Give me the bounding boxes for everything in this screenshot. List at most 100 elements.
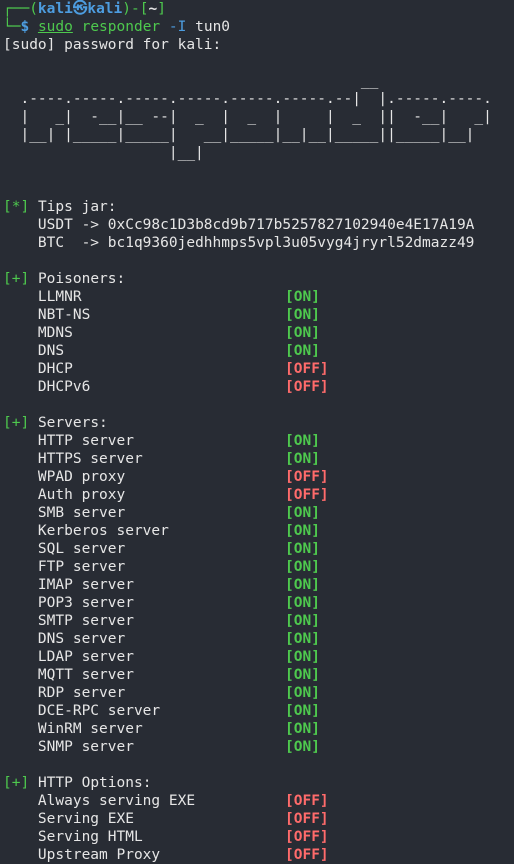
status-row: Upstream Proxy [OFF]	[3, 846, 514, 864]
ascii-banner-line: |__| |_____|_____| __|_____|__|__|_____|…	[3, 127, 475, 143]
poisoners-list: LLMNR [ON] NBT-NS [ON] MDNS [ON] DNS [ON] DH…	[3, 288, 514, 396]
status-badge: [ON]	[285, 685, 320, 701]
prompt-corner-bottom: └─	[3, 19, 21, 35]
status-row: DHCPv6 [OFF]	[3, 378, 514, 396]
prompt-corner-top: ┌──(	[3, 1, 38, 17]
status-badge: [ON]	[285, 289, 320, 305]
status-row-label: SQL server	[3, 541, 126, 557]
status-row: RDP server [ON]	[3, 684, 514, 702]
terminal-window[interactable]: ┌──(kali㉿kali)-[~] └─$ sudo responder -I…	[0, 0, 514, 864]
ascii-banner-line: | _| -__|__ --| _ | _ | | _ || -__| _|	[3, 109, 492, 125]
status-row-label: IMAP server	[3, 577, 134, 593]
status-badge: [OFF]	[285, 847, 329, 863]
status-row-label: HTTP server	[3, 433, 134, 449]
status-badge: [ON]	[285, 523, 320, 539]
status-row: WPAD proxy [OFF]	[3, 468, 514, 486]
status-row-label: POP3 server	[3, 595, 134, 611]
status-row-label: SMTP server	[3, 613, 134, 629]
status-badge: [ON]	[285, 703, 320, 719]
status-row-label: WinRM server	[3, 721, 143, 737]
ascii-banner: __ .----.-----.-----.-----.-----.-----.-…	[3, 72, 514, 162]
status-badge: [ON]	[285, 325, 320, 341]
status-row: SNMP server [ON]	[3, 738, 514, 756]
sudo-password-prompt: [sudo] password for kali:	[3, 37, 222, 53]
status-row: SMTP server [ON]	[3, 612, 514, 630]
status-row-label: SNMP server	[3, 739, 134, 755]
http-options-title: HTTP Options:	[37, 775, 152, 791]
status-row-label: RDP server	[3, 685, 126, 701]
status-badge: [OFF]	[285, 469, 329, 485]
status-row: MDNS [ON]	[3, 324, 514, 342]
prompt-end: ]	[157, 1, 166, 17]
status-badge: [ON]	[285, 721, 320, 737]
poisoners-marker: [+]	[3, 271, 30, 287]
status-badge: [OFF]	[285, 793, 329, 809]
status-row: LDAP server [ON]	[3, 648, 514, 666]
status-badge: [ON]	[285, 649, 320, 665]
prompt-skull-icon: ㉿	[72, 1, 88, 17]
tips-marker: [*]	[3, 199, 30, 215]
status-row-label: Upstream Proxy	[3, 847, 161, 863]
status-row: NBT-NS [ON]	[3, 306, 514, 324]
status-row-label: MDNS	[3, 325, 73, 341]
status-row-label: HTTPS server	[3, 451, 143, 467]
tips-btc-label: BTC ->	[37, 235, 108, 251]
status-row: FTP server [ON]	[3, 558, 514, 576]
tips-title: Tips jar:	[37, 199, 117, 215]
servers-heading: [+] Servers:	[3, 414, 514, 432]
tips-btc: BTC -> bc1q9360jedhhmps5vpl3u05vyg4jryrl…	[3, 234, 514, 252]
status-row: WinRM server [ON]	[3, 720, 514, 738]
http-options-list: Always serving EXE [OFF] Serving EXE [OFF]…	[3, 792, 514, 864]
status-row: HTTPS server [ON]	[3, 450, 514, 468]
status-badge: [ON]	[285, 577, 320, 593]
status-badge: [ON]	[285, 343, 320, 359]
servers-list: HTTP server [ON] HTTPS server [ON] WPAD pr…	[3, 432, 514, 756]
poisoners-title: Poisoners:	[37, 271, 126, 287]
status-badge: [ON]	[285, 595, 320, 611]
status-row-label: Kerberos server	[3, 523, 169, 539]
status-row-label: DNS server	[3, 631, 126, 647]
status-row: Serving EXE [OFF]	[3, 810, 514, 828]
status-row: DHCP [OFF]	[3, 360, 514, 378]
status-row: SMB server [ON]	[3, 504, 514, 522]
status-badge: [OFF]	[285, 361, 329, 377]
status-row-label: LLMNR	[3, 289, 82, 305]
status-row-label: DNS	[3, 343, 65, 359]
status-badge: [ON]	[285, 559, 320, 575]
status-badge: [OFF]	[285, 829, 329, 845]
status-row: POP3 server [ON]	[3, 594, 514, 612]
servers-title: Servers:	[37, 415, 108, 431]
status-badge: [ON]	[285, 541, 320, 557]
status-badge: [ON]	[285, 739, 320, 755]
tips-usdt-address: 0xCc98c1D3b8cd9b717b5257827102940e4E17A1…	[107, 217, 475, 233]
status-badge: [OFF]	[285, 379, 329, 395]
status-badge: [ON]	[285, 631, 320, 647]
status-row: LLMNR [ON]	[3, 288, 514, 306]
prompt-mid: )-[	[122, 1, 149, 17]
tips-usdt-label: USDT ->	[37, 217, 108, 233]
status-badge: [ON]	[285, 667, 320, 683]
status-row: SQL server [ON]	[3, 540, 514, 558]
status-row-label: SMB server	[3, 505, 126, 521]
status-row: DNS [ON]	[3, 342, 514, 360]
status-row-label: NBT-NS	[3, 307, 91, 323]
status-row-label: Serving EXE	[3, 811, 134, 827]
cmd-flag: -I	[168, 19, 187, 35]
tips-btc-address: bc1q9360jedhhmps5vpl3u05vyg4jryrl52dmazz…	[107, 235, 475, 251]
status-row-label: Serving HTML	[3, 829, 143, 845]
status-row: Always serving EXE [OFF]	[3, 792, 514, 810]
status-badge: [ON]	[285, 505, 320, 521]
status-row-label: Always serving EXE	[3, 793, 196, 809]
status-row: Serving HTML [OFF]	[3, 828, 514, 846]
status-row: HTTP server [ON]	[3, 432, 514, 450]
status-row: IMAP server [ON]	[3, 576, 514, 594]
status-row: Kerberos server [ON]	[3, 522, 514, 540]
ascii-banner-line: |__|	[3, 145, 204, 161]
status-badge: [ON]	[285, 307, 320, 323]
status-badge: [OFF]	[285, 811, 329, 827]
status-badge: [OFF]	[285, 487, 329, 503]
prompt-user: kali	[37, 1, 73, 17]
status-row: DNS server [ON]	[3, 630, 514, 648]
http-options-heading: [+] HTTP Options:	[3, 774, 514, 792]
status-row: DCE-RPC server [ON]	[3, 702, 514, 720]
